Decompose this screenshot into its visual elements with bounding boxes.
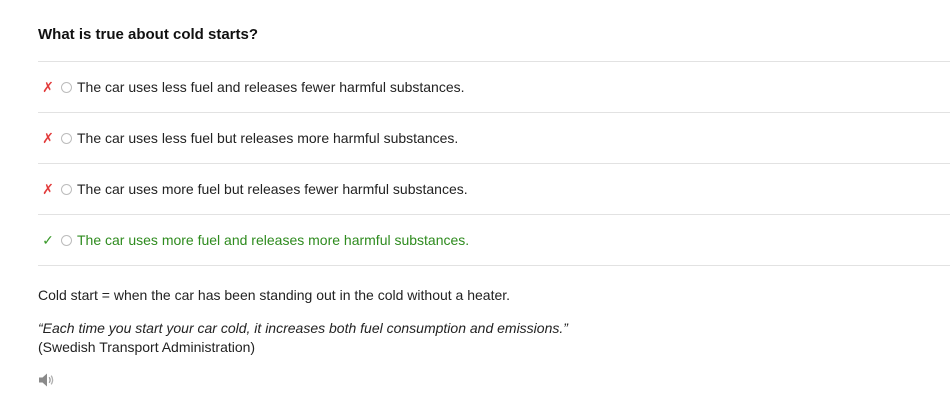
- wrong-mark-icon: ✗: [42, 129, 54, 146]
- quote-text: “Each time you start your car cold, it i…: [38, 320, 568, 336]
- wrong-mark-icon: ✗: [42, 180, 54, 197]
- question-title: What is true about cold starts?: [38, 26, 259, 43]
- answer-options: ✗ The car uses less fuel and releases fe…: [38, 61, 950, 266]
- option-label: The car uses less fuel but releases more…: [77, 130, 459, 146]
- option-label-correct: The car uses more fuel and releases more…: [77, 232, 470, 248]
- explanation-text: Cold start = when the car has been stand…: [38, 287, 511, 303]
- option-label: The car uses less fuel and releases fewe…: [77, 79, 465, 95]
- radio-button[interactable]: [61, 234, 72, 246]
- wrong-mark-icon: ✗: [42, 78, 54, 95]
- answer-option-1[interactable]: ✗ The car uses less fuel and releases fe…: [38, 61, 950, 112]
- radio-button[interactable]: [61, 81, 72, 93]
- quote-paragraph: “Each time you start your car cold, it i…: [38, 319, 628, 357]
- answer-option-3[interactable]: ✗ The car uses more fuel but releases fe…: [38, 163, 950, 214]
- radio-button[interactable]: [61, 132, 72, 144]
- check-mark-icon: ✓: [42, 231, 54, 248]
- answer-option-2[interactable]: ✗ The car uses less fuel but releases mo…: [38, 112, 950, 163]
- option-label: The car uses more fuel but releases fewe…: [77, 181, 468, 197]
- quote-source: (Swedish Transport Administration): [38, 339, 256, 355]
- answer-option-4[interactable]: ✓ The car uses more fuel and releases mo…: [38, 214, 950, 266]
- speaker-icon[interactable]: [38, 371, 56, 389]
- radio-button[interactable]: [61, 183, 72, 195]
